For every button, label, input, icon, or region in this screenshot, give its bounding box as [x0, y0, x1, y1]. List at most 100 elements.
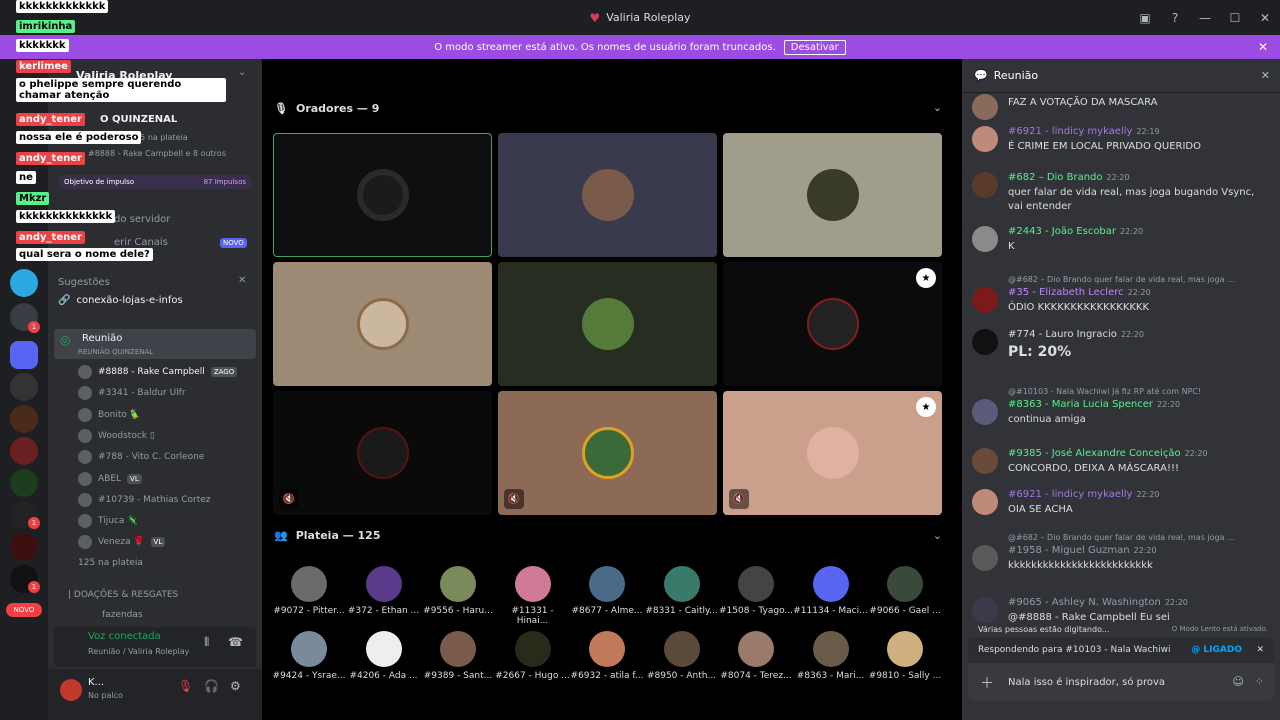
speaker-tile[interactable]: 🔇 ★	[723, 391, 942, 515]
event-title[interactable]: O QUINZENAL	[100, 114, 177, 125]
message-author[interactable]: #8363 - Maria Lucia Spencer	[1008, 399, 1153, 410]
message-author[interactable]: #6921 - lindicy mykaelly	[1008, 126, 1132, 137]
server-icon[interactable]	[10, 469, 38, 497]
audience-member[interactable]: #9424 - Ysrae...	[271, 631, 347, 681]
avatar[interactable]	[972, 597, 998, 623]
help-icon[interactable]: ?	[1160, 11, 1190, 25]
reply-reference[interactable]: @#10103 - Nala Wachiwi Já fiz RP até com…	[1008, 387, 1201, 396]
inbox-icon[interactable]: ▣	[1130, 11, 1160, 25]
stage-member[interactable]: #8888 - Rake Campbell ZAGO	[78, 365, 238, 379]
apps-icon[interactable]: ⁘	[1255, 675, 1264, 688]
chevron-down-icon[interactable]: ⌄	[238, 67, 246, 78]
audience-member[interactable]: #11134 - Maci...	[793, 566, 869, 616]
avatar[interactable]	[972, 126, 998, 152]
gear-icon[interactable]: ⚙	[230, 679, 241, 693]
speaker-tile[interactable]	[273, 133, 492, 257]
message-author[interactable]: #9385 - José Alexandre Conceição	[1008, 448, 1181, 459]
audience-member[interactable]: #1508 - Tyago...	[718, 566, 794, 616]
audience-member[interactable]: #8677 - Alme...	[569, 566, 645, 616]
close-banner-icon[interactable]: ✕	[1258, 40, 1268, 54]
audience-member[interactable]: #9389 - Sant...	[420, 631, 496, 681]
message-text: kkkkkkkkkkkkkkkkkkkkkkkkk	[1008, 560, 1153, 571]
disconnect-icon[interactable]: ☎	[228, 635, 243, 649]
message-author[interactable]: #2443 - João Escobar	[1008, 226, 1116, 237]
soundboard-icon[interactable]: ⦀	[204, 635, 209, 650]
message-author[interactable]: #9065 - Ashley N. Washington	[1008, 597, 1161, 608]
speaker-tile[interactable]	[498, 133, 717, 257]
speaker-tile[interactable]: 🔇	[273, 391, 492, 515]
audience-member[interactable]: #4206 - Ada ...	[346, 631, 422, 681]
speaker-tile[interactable]	[273, 262, 492, 386]
message-author[interactable]: #6921 - lindicy mykaelly	[1008, 489, 1132, 500]
headphones-icon[interactable]: 🎧	[204, 679, 219, 693]
mention-toggle[interactable]: @ LIGADO	[1191, 645, 1242, 655]
avatar[interactable]	[972, 399, 998, 425]
server-icon[interactable]	[10, 405, 38, 433]
speaker-tile[interactable]	[498, 262, 717, 386]
stage-member[interactable]: ABEL VL	[78, 471, 142, 486]
avatar[interactable]	[972, 287, 998, 313]
audience-member[interactable]: #8331 - Caitly...	[644, 566, 720, 616]
disable-streamer-button[interactable]: Desativar	[783, 39, 846, 55]
stage-member[interactable]: Tijuca 🦎	[78, 514, 138, 529]
emoji-icon[interactable]: ☺	[1233, 675, 1244, 688]
server-guide[interactable]: do servidor	[114, 214, 170, 225]
stage-member[interactable]: #788 - Vito C. Corleone	[78, 450, 204, 465]
avatar[interactable]	[972, 226, 998, 252]
speaker-tile[interactable]	[723, 133, 942, 257]
stage-member[interactable]: #3341 - Baldur Ulfr	[78, 386, 186, 401]
avatar[interactable]	[60, 679, 82, 701]
avatar[interactable]	[972, 94, 998, 120]
cancel-reply-icon[interactable]: ✕	[1256, 645, 1264, 655]
audience-member[interactable]: #6932 - atila f...	[569, 631, 645, 681]
reply-reference[interactable]: @#682 – Dio Brando quer falar de vida re…	[1008, 275, 1235, 284]
audience-member[interactable]: #372 - Ethan ...	[346, 566, 422, 616]
audience-member[interactable]: #9810 - Sally ...	[867, 631, 943, 681]
audience-member[interactable]: #11331 - Hinai...	[495, 566, 571, 626]
avatar[interactable]	[972, 172, 998, 198]
boost-goal[interactable]: Objetivo de impulso 87 Impulsos	[58, 175, 252, 189]
chevron-down-icon[interactable]: ⌄	[933, 529, 942, 542]
add-attachment-icon[interactable]: ＋	[980, 673, 994, 693]
audience-member[interactable]: #8363 - Mari...	[793, 631, 869, 681]
minimize-button[interactable]: —	[1190, 11, 1220, 25]
browse-channels[interactable]: erir Canais	[114, 237, 168, 248]
audience-member[interactable]: #9556 - Haru...	[420, 566, 496, 616]
maximize-button[interactable]: ☐	[1220, 11, 1250, 25]
speaker-tile[interactable]: 🔇	[498, 391, 717, 515]
stage-member[interactable]: Veneza 🌹 VL	[78, 535, 166, 550]
avatar[interactable]	[972, 489, 998, 515]
stage-member[interactable]: Bonito 🦜	[78, 407, 141, 422]
stage-member[interactable]: #10739 - Mathias Cortez	[78, 492, 211, 507]
channel-fazendas[interactable]: fazendas	[102, 610, 143, 620]
message-author[interactable]: #682 – Dio Brando	[1008, 172, 1103, 183]
channel-conexao-lojas[interactable]: 🔗 conexão-lojas-e-infos	[58, 295, 183, 306]
speaker-tile[interactable]: ★	[723, 262, 942, 386]
message-author[interactable]: #35 - Elizabeth Leclerc	[1008, 287, 1124, 298]
server-icon[interactable]	[10, 533, 38, 561]
avatar[interactable]	[972, 448, 998, 474]
category-doacoes[interactable]: | DOAÇÕES & RESGATES	[68, 590, 178, 600]
stage-channel-reuniao[interactable]: ◎ Reunião REUNIÃO QUINZENAL	[54, 329, 256, 359]
reply-reference[interactable]: @#682 – Dio Brando quer falar de vida re…	[1008, 533, 1235, 542]
message-author[interactable]: #774 - Lauro Ingracio	[1008, 329, 1117, 340]
avatar[interactable]	[972, 545, 998, 571]
server-icon[interactable]	[10, 373, 38, 401]
close-window-button[interactable]: ✕	[1250, 11, 1280, 25]
audience-member[interactable]: #9066 - Gael ...	[867, 566, 943, 616]
close-chat-icon[interactable]: ✕	[1261, 69, 1270, 82]
audience-member[interactable]: #8074 - Terez...	[718, 631, 794, 681]
stage-member[interactable]: Woodstock ▯	[78, 428, 155, 443]
chevron-down-icon[interactable]: ⌄	[933, 101, 942, 114]
server-icon[interactable]	[10, 341, 38, 369]
close-suggestions-icon[interactable]: ✕	[238, 275, 246, 286]
server-icon[interactable]	[10, 437, 38, 465]
server-icon[interactable]	[10, 269, 38, 297]
audience-member[interactable]: #8950 - Anth...	[644, 631, 720, 681]
avatar[interactable]	[972, 329, 998, 355]
audience-member[interactable]: #9072 - Pitter...	[271, 566, 347, 616]
mic-muted-icon[interactable]: 🎙	[178, 679, 193, 693]
message-input[interactable]: Nala isso é inspirador, só prova	[1008, 677, 1165, 688]
audience-member[interactable]: #2667 - Hugo ...	[495, 631, 571, 681]
message-author[interactable]: #1958 - Miguel Guzman	[1008, 545, 1130, 556]
